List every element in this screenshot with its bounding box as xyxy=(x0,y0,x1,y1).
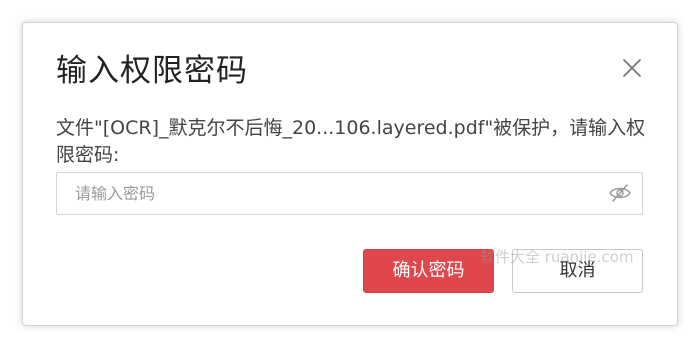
confirm-password-button[interactable]: 确认密码 xyxy=(363,249,494,293)
show-password-toggle[interactable] xyxy=(608,182,632,204)
password-input[interactable] xyxy=(57,173,597,214)
dialog-message: 文件"[OCR]_默克尔不后悔_20...106.layered.pdf"被保护… xyxy=(56,117,646,166)
close-icon xyxy=(623,59,641,77)
close-button[interactable] xyxy=(621,57,643,79)
password-field xyxy=(56,172,643,215)
screen: 输入权限密码 文件"[OCR]_默克尔不后悔_20...106.layered.… xyxy=(0,0,700,349)
eye-off-icon xyxy=(609,184,631,202)
password-dialog: 输入权限密码 文件"[OCR]_默克尔不后悔_20...106.layered.… xyxy=(22,22,678,326)
cancel-button[interactable]: 取消 xyxy=(512,249,643,293)
dialog-title: 输入权限密码 xyxy=(56,53,248,89)
